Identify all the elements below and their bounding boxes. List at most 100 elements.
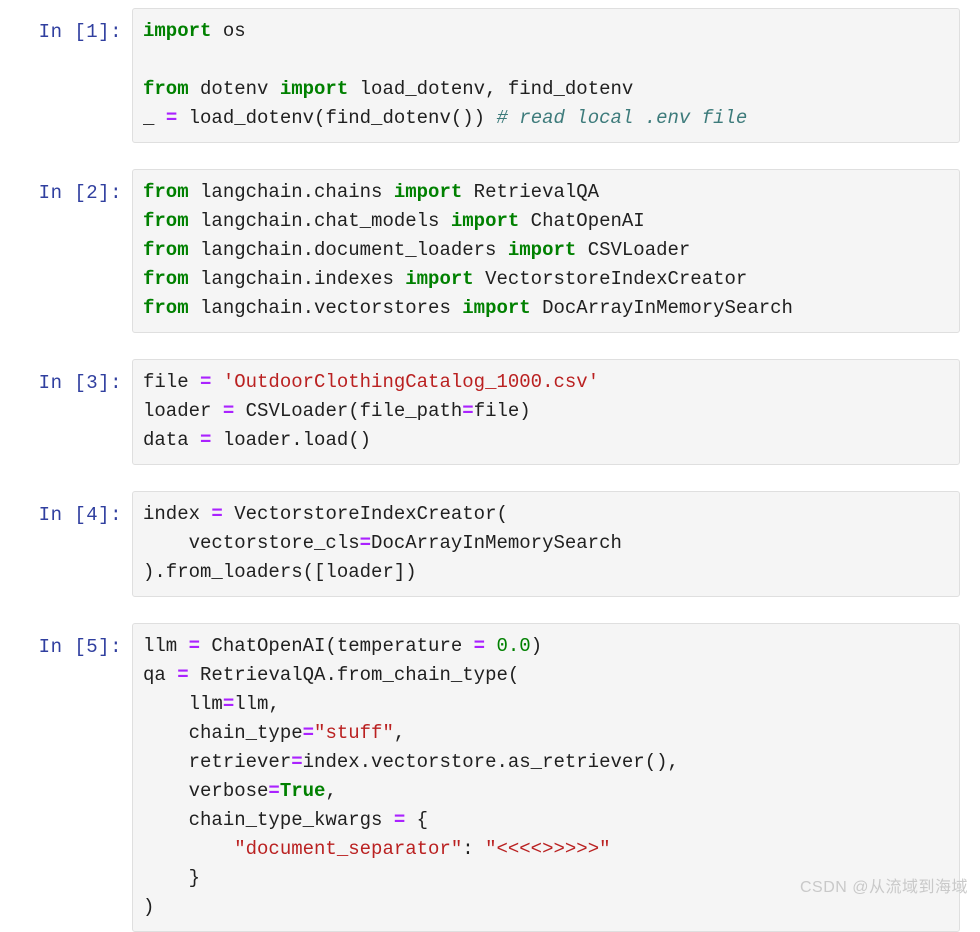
code-token: = (473, 635, 486, 657)
code-line: from langchain.document_loaders import C… (143, 239, 690, 261)
code-line: qa = RetrievalQA.from_chain_type( (143, 664, 519, 686)
cell-prompt-label: In [2]: (38, 182, 122, 204)
code-token: = (393, 809, 406, 831)
code-token: : (462, 838, 486, 860)
code-line: llm = ChatOpenAI(temperature = 0.0) (143, 635, 542, 657)
code-token: = (211, 503, 223, 525)
code-token: from (143, 210, 189, 232)
code-line: chain_type_kwargs = { (143, 809, 428, 831)
code-token: = (359, 532, 372, 554)
code-token: ChatOpenAI (519, 210, 645, 232)
code-token: } (143, 867, 201, 889)
code-token: os (211, 20, 246, 42)
code-token: dotenv (188, 78, 280, 100)
code-token: file) (473, 400, 531, 422)
code-source[interactable]: file = 'OutdoorClothingCatalog_1000.csv'… (143, 368, 949, 455)
code-line: ).from_loaders([loader]) (143, 561, 417, 583)
code-token: "document_separator" (234, 838, 463, 860)
code-input-area[interactable]: index = VectorstoreIndexCreator( vectors… (132, 491, 960, 597)
code-token: load_dotenv(find_dotenv()) (177, 107, 497, 129)
code-token: from (143, 181, 189, 203)
notebook-container: In [1]: import os from dotenv import load… (0, 0, 980, 932)
code-line: _ = load_dotenv(find_dotenv()) # read lo… (143, 107, 747, 129)
code-token: = (291, 751, 303, 773)
code-line: } (143, 867, 200, 889)
code-input-area[interactable]: file = 'OutdoorClothingCatalog_1000.csv'… (132, 359, 960, 465)
code-token: import (450, 210, 520, 232)
cell-prompt-label: In [3]: (38, 372, 122, 394)
code-token: "stuff" (314, 722, 394, 744)
code-token: { (405, 809, 429, 831)
code-token: CSVLoader (576, 239, 691, 261)
code-line: "document_separator": "<<<<>>>>>" (143, 838, 610, 860)
code-token: = (302, 722, 315, 744)
code-line: verbose=True, (143, 780, 337, 802)
code-token: langchain.indexes (188, 268, 406, 290)
notebook-cell[interactable]: In [4]: index = VectorstoreIndexCreator( … (18, 491, 960, 597)
code-token: vectorstore_cls (143, 532, 360, 554)
code-token: langchain.document_loaders (188, 239, 508, 261)
code-line: from langchain.indexes import Vectorstor… (143, 268, 747, 290)
code-token: import (393, 181, 463, 203)
code-token: loader (143, 400, 223, 422)
code-line: data = loader.load() (143, 429, 371, 451)
code-line: from dotenv import load_dotenv, find_dot… (143, 78, 633, 100)
code-token: = (462, 400, 474, 422)
code-token: file (143, 371, 201, 393)
code-token: langchain.chains (188, 181, 394, 203)
code-token: RetrievalQA (462, 181, 600, 203)
code-token: ) (143, 896, 155, 918)
notebook-cell[interactable]: In [3]: file = 'OutdoorClothingCatalog_10… (18, 359, 960, 465)
code-line: llm=llm, (143, 693, 280, 715)
code-token: import (279, 78, 349, 100)
code-token: DocArrayInMemorySearch (371, 532, 622, 554)
code-line: from langchain.vectorstores import DocAr… (143, 297, 793, 319)
code-line: import os (143, 20, 246, 42)
code-token: = (177, 664, 189, 686)
code-input-area[interactable]: from langchain.chains import RetrievalQA… (132, 169, 960, 333)
code-token: = (188, 635, 201, 657)
code-source[interactable]: index = VectorstoreIndexCreator( vectors… (143, 500, 949, 587)
code-token: = (222, 400, 235, 422)
code-token: CSVLoader(file_path (234, 400, 463, 422)
code-source[interactable]: import os from dotenv import load_dotenv… (143, 17, 949, 133)
notebook-cell[interactable]: In [2]: from langchain.chains import Retr… (18, 169, 960, 333)
cell-prompt-label: In [1]: (38, 21, 122, 43)
code-token: VectorstoreIndexCreator (473, 268, 748, 290)
code-line: loader = CSVLoader(file_path=file) (143, 400, 531, 422)
code-token: from (143, 78, 189, 100)
code-token: loader.load() (211, 429, 372, 451)
code-token: llm (143, 693, 223, 715)
code-token: 'OutdoorClothingCatalog_1000.csv' (222, 371, 600, 393)
code-token: = (268, 780, 280, 802)
code-token: ) (530, 635, 543, 657)
code-token: _ (143, 107, 166, 129)
code-line: from langchain.chat_models import ChatOp… (143, 210, 645, 232)
code-line: ) (143, 896, 154, 918)
code-token: = (200, 429, 212, 451)
code-token: from (143, 297, 189, 319)
code-token: import (405, 268, 474, 290)
code-token: import (462, 297, 531, 319)
code-token: chain_type (143, 722, 303, 744)
code-token: # read local .env file (496, 107, 748, 129)
code-input-area[interactable]: import os from dotenv import load_dotenv… (132, 8, 960, 143)
code-source[interactable]: from langchain.chains import RetrievalQA… (143, 178, 949, 323)
code-line: chain_type="stuff", (143, 722, 406, 744)
code-token: True (279, 780, 326, 802)
code-token: llm, (234, 693, 280, 715)
code-token: chain_type_kwargs (143, 809, 394, 831)
cell-prompt-label: In [4]: (38, 504, 122, 526)
code-token: qa (143, 664, 178, 686)
code-token: RetrievalQA.from_chain_type( (188, 664, 520, 686)
code-line: index = VectorstoreIndexCreator( (143, 503, 508, 525)
code-token: verbose (143, 780, 269, 802)
code-token: ChatOpenAI(temperature (200, 635, 474, 657)
notebook-cell[interactable]: In [1]: import os from dotenv import load… (18, 8, 960, 143)
code-token: index.vectorstore.as_retriever(), (302, 751, 679, 773)
code-token: llm (143, 635, 189, 657)
code-token: = (165, 107, 178, 129)
code-token: from (143, 239, 189, 261)
